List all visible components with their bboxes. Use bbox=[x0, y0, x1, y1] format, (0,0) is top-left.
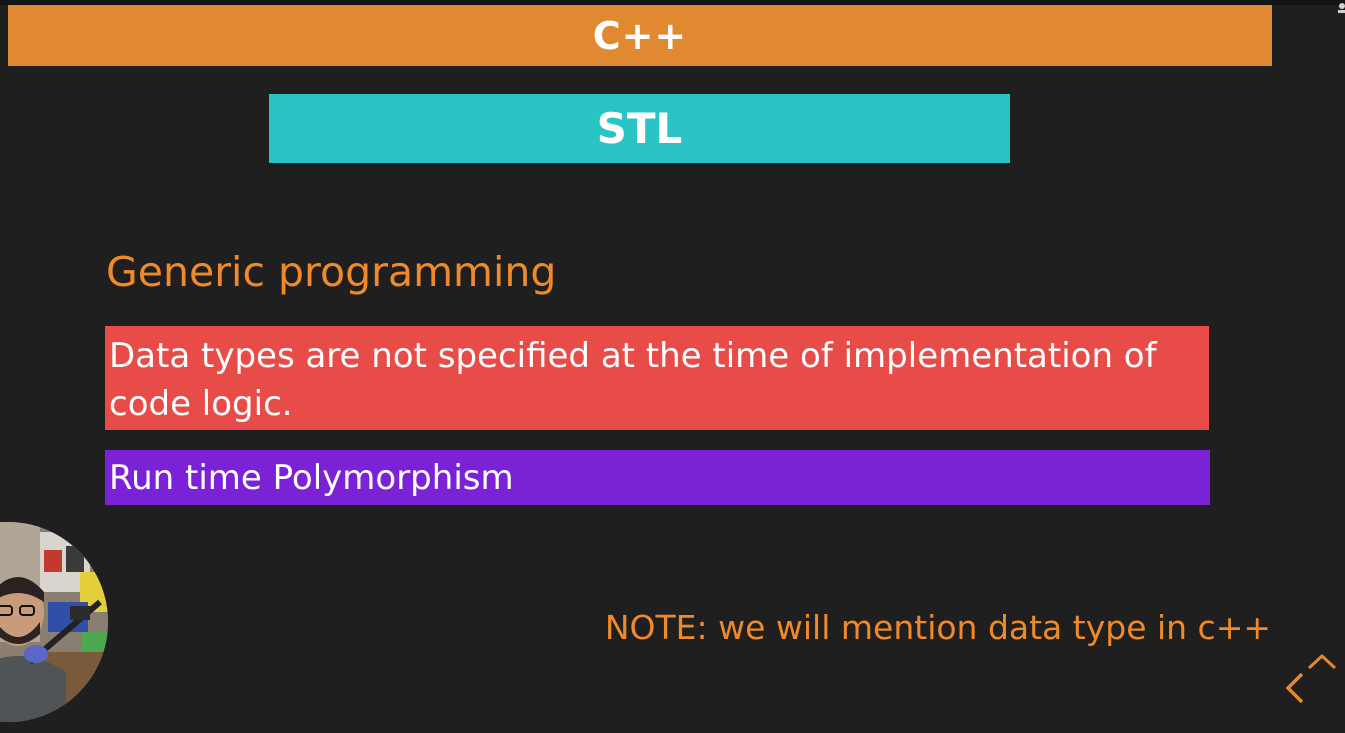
slide-subtitle: STL bbox=[596, 104, 683, 153]
contrast-text: Run time Polymorphism bbox=[109, 458, 514, 498]
definition-text: Data types are not specified at the time… bbox=[109, 336, 1157, 424]
title-banner: C++ bbox=[8, 5, 1272, 66]
presentation-slide: C++ STL Generic programming Data types a… bbox=[0, 0, 1345, 733]
subtitle-banner: STL bbox=[269, 94, 1010, 163]
slide-title: C++ bbox=[592, 13, 688, 58]
presenter-video bbox=[0, 522, 108, 722]
note-text: NOTE: we will mention data type in c++ bbox=[604, 608, 1271, 647]
contrast-box: Run time Polymorphism bbox=[105, 450, 1210, 505]
definition-box: Data types are not specified at the time… bbox=[105, 326, 1209, 430]
section-heading: Generic programming bbox=[106, 248, 557, 296]
chevron-left-icon[interactable] bbox=[1280, 670, 1310, 706]
webcam-overlay bbox=[0, 522, 108, 722]
chevron-up-icon[interactable] bbox=[1306, 650, 1338, 672]
corner-indicator-icon bbox=[1338, 3, 1345, 13]
